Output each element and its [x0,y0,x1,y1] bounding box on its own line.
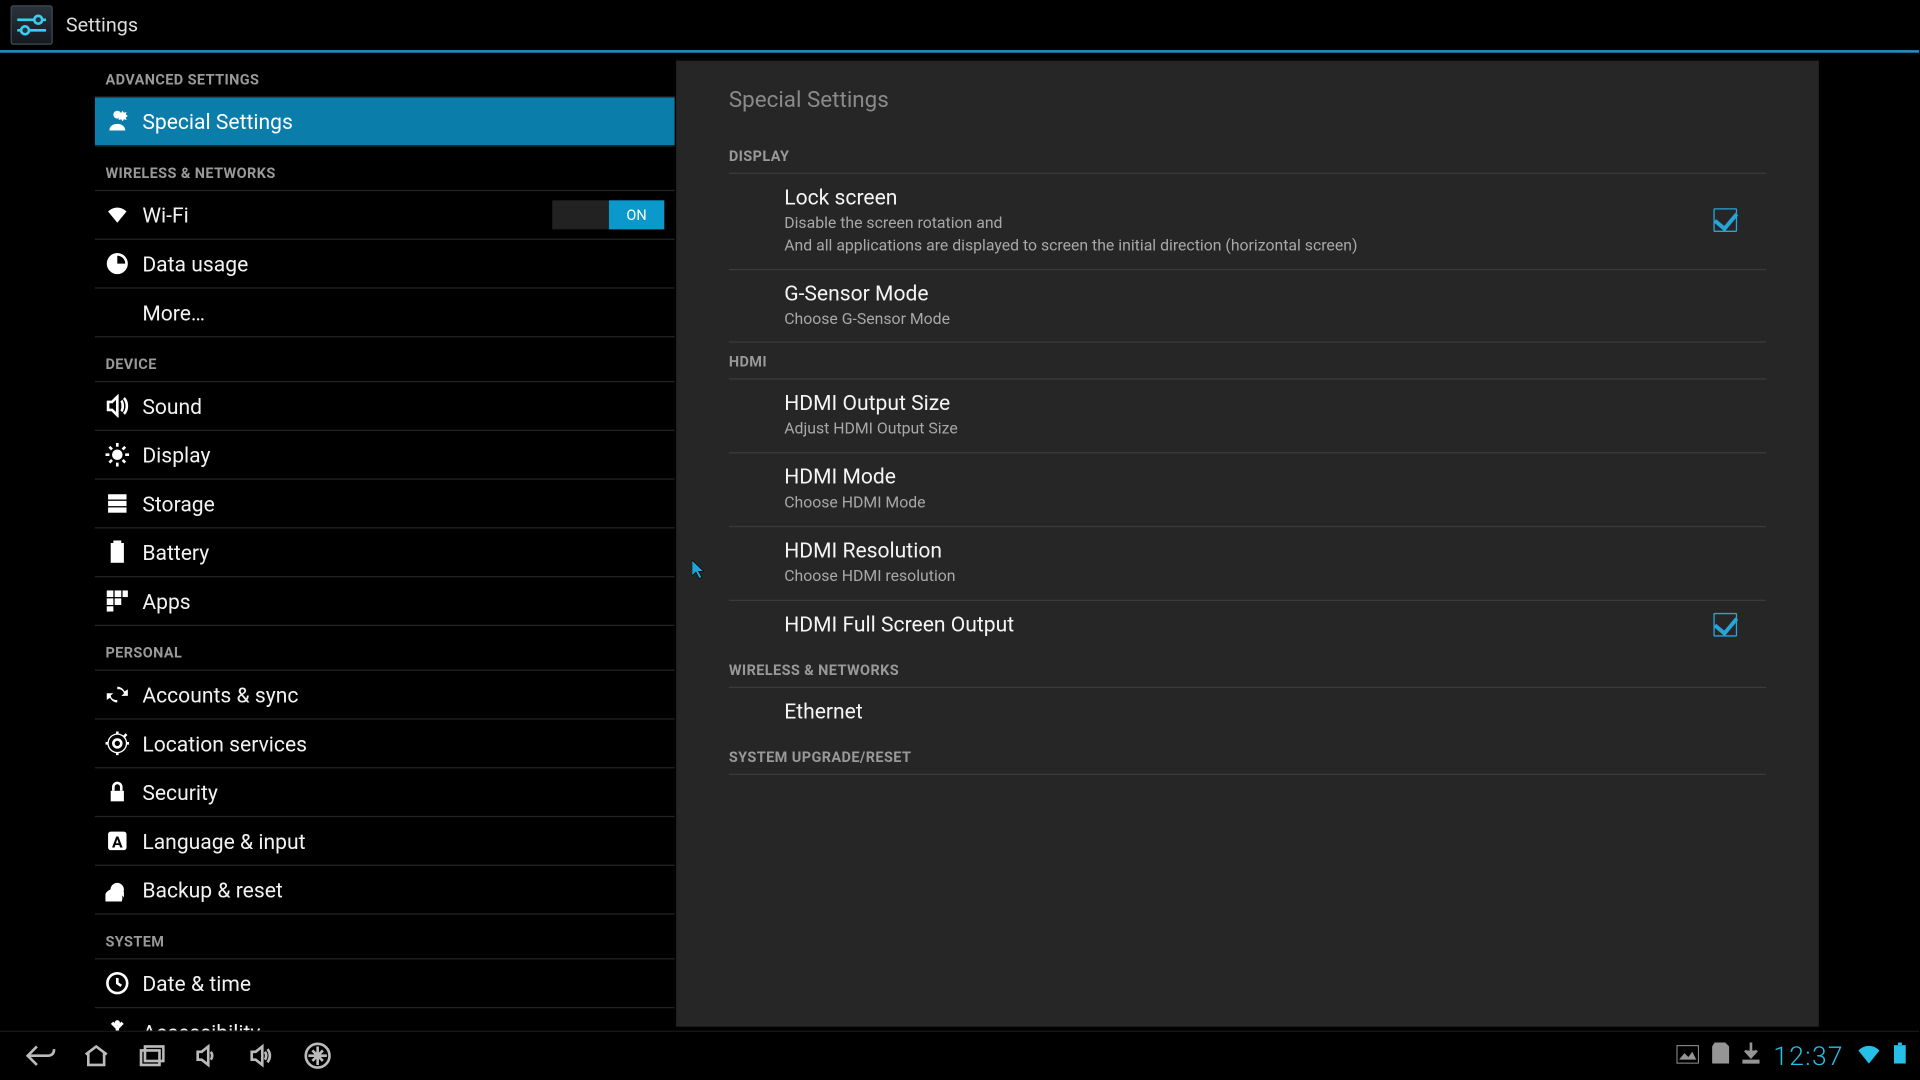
backup-icon [105,878,129,902]
sidebar-item-label: Storage [142,491,214,516]
special-icon [105,109,129,133]
sidebar-item-label: Battery [142,540,209,565]
sidebar-item-label: Apps [142,588,190,613]
sidebar-item-label: Data usage [142,251,248,276]
sidebar-item-label: Special Settings [142,109,293,134]
row-subtitle: Adjust HDMI Output Size [784,418,1766,440]
row-title: HDMI Full Screen Output [784,611,1713,636]
setting-row-hdmi-output-size[interactable]: HDMI Output SizeAdjust HDMI Output Size [729,380,1766,454]
pane-title: Special Settings [729,61,1766,137]
sidebar-item-backup-reset[interactable]: Backup & reset [95,866,675,915]
checkbox[interactable] [1713,613,1737,637]
sidebar-item-storage[interactable]: Storage [95,480,675,529]
sidebar-item-label: Sound [142,393,202,418]
svg-text:A: A [112,832,123,851]
sidebar-item-label: Display [142,442,210,467]
lang-icon: A [105,829,129,853]
sidebar-item-language-input[interactable]: A Language & input [95,817,675,866]
sidebar-header: DEVICE [95,337,675,382]
clock-icon [105,971,129,995]
row-title: G-Sensor Mode [784,280,1766,305]
sidebar-item-label: Wi-Fi [142,202,188,227]
volume-up-button[interactable] [235,1031,290,1080]
title-bar: Settings [0,0,1919,53]
home-button[interactable] [69,1031,124,1080]
setting-row-g-sensor-mode[interactable]: G-Sensor Mode Choose G-Sensor Mode [729,270,1766,344]
setting-row-hdmi-resolution[interactable]: HDMI ResolutionChoose HDMI resolution [729,527,1766,601]
battery-status-icon [1894,1043,1906,1069]
status-tray[interactable]: 12:37 [1677,1040,1906,1072]
settings-app-icon [11,5,53,45]
sidebar-header: ADVANCED SETTINGS [95,53,675,98]
download-icon [1743,1043,1760,1069]
sidebar-item-label: Security [142,780,218,805]
setting-row-ethernet[interactable]: Ethernet [729,688,1766,738]
row-title: HDMI Output Size [784,391,1766,416]
settings-content-pane: Special SettingsDISPLAYLock screenDisabl… [675,59,1820,1028]
system-bar: 12:37 [0,1031,1919,1080]
screenshot-button[interactable] [290,1031,345,1080]
row-title: Ethernet [784,698,1766,723]
location-icon [105,731,129,755]
section-header: WIRELESS & NETWORKS [729,651,1766,688]
sidebar-item-apps[interactable]: Apps [95,577,675,626]
sidebar-item-special-settings[interactable]: Special Settings [95,98,675,147]
sidebar-item-display[interactable]: Display [95,431,675,480]
data-icon [105,252,129,276]
sidebar-item-label: Accessibility [142,1019,260,1030]
picture-icon [1677,1043,1699,1068]
sidebar-header: WIRELESS & NETWORKS [95,146,675,191]
sdcard-icon [1713,1043,1730,1069]
sidebar-item-more-[interactable]: More… [95,289,675,338]
back-button[interactable] [13,1031,68,1080]
row-title: Lock screen [784,185,1713,210]
recent-apps-button[interactable] [124,1031,179,1080]
sidebar-item-accounts-sync[interactable]: Accounts & sync [95,671,675,720]
setting-row-lock-screen[interactable]: Lock screenDisable the screen rotation a… [729,174,1766,270]
wifi-status-icon [1857,1043,1881,1068]
sidebar-item-wi-fi[interactable]: Wi-Fi ON [95,191,675,240]
row-subtitle: Choose HDMI resolution [784,565,1766,587]
sidebar-item-location-services[interactable]: Location services [95,720,675,769]
battery-icon [105,540,129,564]
sidebar-item-date-time[interactable]: Date & time [95,960,675,1009]
settings-sidebar: ADVANCED SETTINGS Special Settings WIRELES… [0,53,675,1031]
sidebar-item-security[interactable]: Security [95,768,675,817]
section-header: HDMI [729,343,1766,380]
sidebar-item-label: Date & time [142,971,251,996]
wifi-toggle[interactable]: ON [552,200,664,229]
apps-icon [105,589,129,613]
access-icon [105,1020,129,1031]
row-title: HDMI Resolution [784,538,1766,563]
section-header: SYSTEM UPGRADE/RESET [729,738,1766,775]
sidebar-item-label: Language & input [142,828,305,853]
security-icon [105,780,129,804]
row-subtitle: Disable the screen rotation andAnd all a… [784,212,1713,256]
sidebar-item-label: Backup & reset [142,877,282,902]
volume-down-button[interactable] [179,1031,234,1080]
sidebar-item-label: Accounts & sync [142,682,298,707]
checkbox[interactable] [1713,209,1737,233]
sidebar-item-label: More… [142,300,205,325]
section-header: DISPLAY [729,137,1766,174]
row-subtitle: Choose G-Sensor Mode [784,308,1766,330]
setting-row-hdmi-full-screen-output[interactable]: HDMI Full Screen Output [729,601,1766,651]
sound-icon [105,394,129,418]
sync-icon [105,683,129,707]
sidebar-item-accessibility[interactable]: Accessibility [95,1008,675,1030]
storage-icon [105,492,129,516]
display-icon [105,443,129,467]
sidebar-item-sound[interactable]: Sound [95,382,675,431]
sidebar-header: PERSONAL [95,626,675,671]
title-text: Settings [66,13,138,37]
sidebar-item-data-usage[interactable]: Data usage [95,240,675,289]
row-title: HDMI Mode [784,464,1766,489]
wifi-icon [105,203,129,227]
clock-text: 12:37 [1773,1040,1844,1072]
sidebar-item-battery[interactable]: Battery [95,529,675,578]
sidebar-item-label: Location services [142,731,307,756]
row-subtitle: Choose HDMI Mode [784,492,1766,514]
sidebar-header: SYSTEM [95,915,675,960]
setting-row-hdmi-mode[interactable]: HDMI Mode Choose HDMI Mode [729,454,1766,528]
